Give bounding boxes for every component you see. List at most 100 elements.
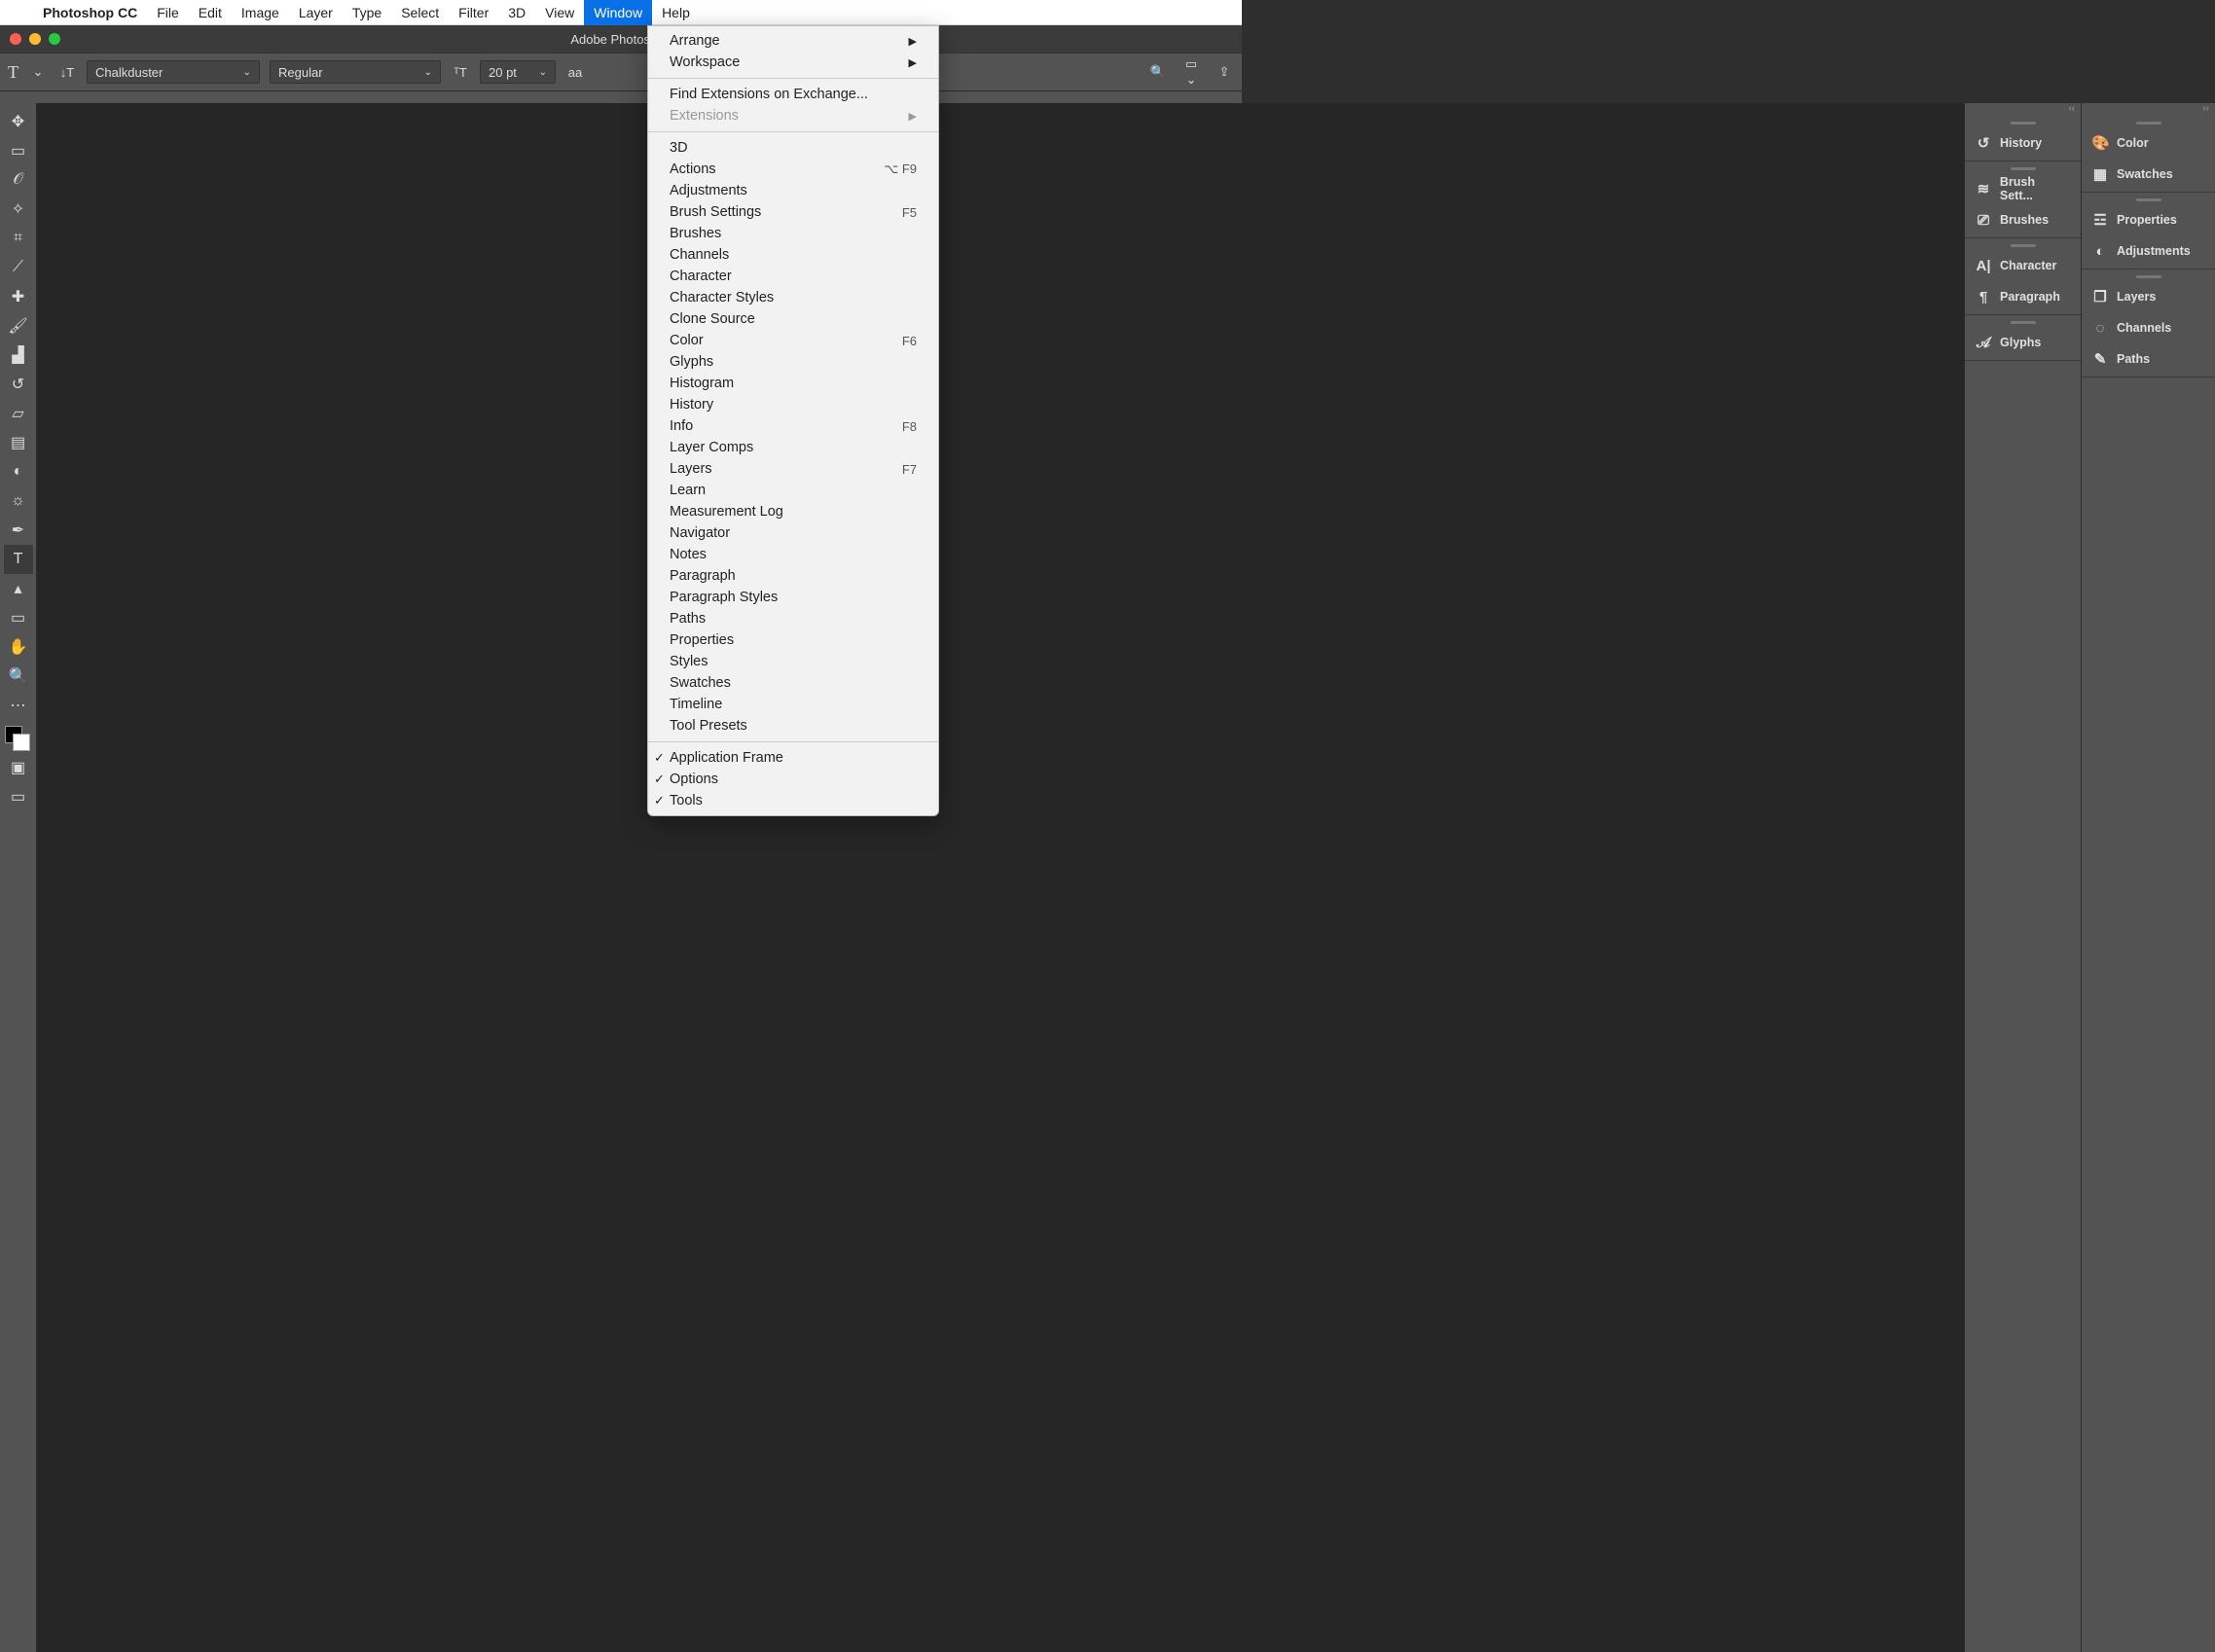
menuitem--d[interactable]: 3D [648,137,938,159]
tool-type[interactable]: T [4,545,33,574]
menuitem-styles[interactable]: Styles [648,651,938,672]
tool-zoom[interactable]: 🔍 [4,662,33,691]
panel-group-handle[interactable] [1965,240,2081,250]
menuitem-options[interactable]: ✓Options [648,769,938,790]
menuitem-tool-presets[interactable]: Tool Presets [648,715,938,736]
panel-color[interactable]: 🎨Color [2082,127,2215,159]
menuitem-notes[interactable]: Notes [648,544,938,565]
panel-history[interactable]: ↺History [1965,127,2081,159]
tool-dodge[interactable]: ☼ [4,486,33,516]
menu-File[interactable]: File [147,0,189,25]
tool-move[interactable]: ✥ [4,107,33,136]
panel-group-handle[interactable] [1965,317,2081,327]
menuitem-channels[interactable]: Channels [648,244,938,266]
app-menu[interactable]: Photoshop CC [33,0,147,25]
font-style-select[interactable]: Regular⌄ [270,60,441,84]
tool-healing[interactable]: ✚ [4,282,33,311]
menuitem-navigator[interactable]: Navigator [648,522,938,544]
menuitem-layer-comps[interactable]: Layer Comps [648,437,938,458]
menuitem-clone-source[interactable]: Clone Source [648,308,938,330]
minimize-window-button[interactable] [29,33,41,45]
panel-group-handle[interactable] [2082,195,2215,204]
menuitem-brushes[interactable]: Brushes [648,223,938,244]
panel-paragraph[interactable]: ¶Paragraph [1965,281,2081,312]
tool-more[interactable]: ⋯ [4,691,33,720]
chevron-down-icon[interactable]: ⌄ [28,64,48,80]
menuitem-find-extensions-on-exchange-[interactable]: Find Extensions on Exchange... [648,84,938,105]
tool-history-brush[interactable]: ↺ [4,370,33,399]
menuitem-paths[interactable]: Paths [648,608,938,629]
menuitem-tools[interactable]: ✓Tools [648,790,938,811]
menuitem-workspace[interactable]: Workspace▶ [648,52,938,73]
menuitem-timeline[interactable]: Timeline [648,694,938,715]
tool-rectangle[interactable]: ▭ [4,603,33,632]
panel-layers[interactable]: ❒Layers [2082,281,2215,312]
share-icon[interactable]: ⇪ [1215,64,1234,80]
tool-crop[interactable]: ⌗ [4,224,33,253]
menuitem-adjustments[interactable]: Adjustments [648,180,938,201]
tool-magic-wand[interactable]: ✧ [4,195,33,224]
menu-Image[interactable]: Image [232,0,289,25]
tool-hand[interactable]: ✋ [4,632,33,662]
panel-swatches[interactable]: ▦Swatches [2082,159,2215,190]
tool-gradient[interactable]: ▤ [4,428,33,457]
menuitem-history[interactable]: History [648,394,938,415]
panel-properties[interactable]: ☲Properties [2082,204,2215,235]
menuitem-info[interactable]: InfoF8 [648,415,938,437]
viewmode-icon[interactable]: ▭ ⌄ [1181,56,1201,88]
panel-brush-sett-[interactable]: ≋Brush Sett... [1965,173,2081,204]
tool-brush[interactable]: 🖌 [4,311,33,341]
menu-Edit[interactable]: Edit [189,0,232,25]
tool-stamp[interactable]: ▟ [4,341,33,370]
menu-Type[interactable]: Type [343,0,391,25]
font-family-select[interactable]: Chalkduster⌄ [87,60,260,84]
menuitem-actions[interactable]: Actions⌥ F9 [648,159,938,180]
menu-Help[interactable]: Help [652,0,700,25]
menuitem-measurement-log[interactable]: Measurement Log [648,501,938,522]
panel-brushes[interactable]: ⎚Brushes [1965,204,2081,235]
panel-group-handle[interactable] [2082,271,2215,281]
panel-paths[interactable]: ✎Paths [2082,343,2215,375]
menuitem-properties[interactable]: Properties [648,629,938,651]
menuitem-swatches[interactable]: Swatches [648,672,938,694]
panel-character[interactable]: A|Character [1965,250,2081,281]
menuitem-character[interactable]: Character [648,266,938,287]
menuitem-color[interactable]: ColorF6 [648,330,938,351]
menu-Layer[interactable]: Layer [289,0,343,25]
screen-mode-icon[interactable]: ▭ [4,782,33,811]
collapse-dock-icon[interactable]: ‹‹ [1965,103,2081,116]
menu-Filter[interactable]: Filter [449,0,498,25]
menuitem-arrange[interactable]: Arrange▶ [648,30,938,52]
canvas-area[interactable] [37,103,1964,1652]
text-orientation-icon[interactable]: ↓T [57,65,77,80]
tool-eraser[interactable]: ▱ [4,399,33,428]
tool-pen[interactable]: ✒ [4,516,33,545]
tool-marquee[interactable]: ▭ [4,136,33,165]
panel-group-handle[interactable] [1965,118,2081,127]
antialias-icon[interactable]: aa [565,65,585,80]
menu-View[interactable]: View [535,0,584,25]
panel-channels[interactable]: ◌Channels [2082,312,2215,343]
tool-lasso[interactable]: 𝒪 [4,165,33,195]
font-size-select[interactable]: 20 pt⌄ [480,60,556,84]
menuitem-histogram[interactable]: Histogram [648,373,938,394]
collapse-dock-icon[interactable]: ‹‹ [2082,103,2215,116]
menuitem-glyphs[interactable]: Glyphs [648,351,938,373]
tool-path-select[interactable]: ▴ [4,574,33,603]
color-swatches[interactable] [5,726,32,753]
tool-preset-icon[interactable]: T [8,62,18,83]
menuitem-application-frame[interactable]: ✓Application Frame [648,747,938,769]
tool-eyedropper[interactable]: ⟋ [4,253,33,282]
menuitem-paragraph-styles[interactable]: Paragraph Styles [648,587,938,608]
menuitem-character-styles[interactable]: Character Styles [648,287,938,308]
panel-adjustments[interactable]: ◐Adjustments [2082,235,2215,267]
menu-Window[interactable]: Window [584,0,652,25]
panel-group-handle[interactable] [2082,118,2215,127]
panel-group-handle[interactable] [1965,163,2081,173]
menuitem-learn[interactable]: Learn [648,480,938,501]
menu-3D[interactable]: 3D [498,0,535,25]
menuitem-paragraph[interactable]: Paragraph [648,565,938,587]
menuitem-brush-settings[interactable]: Brush SettingsF5 [648,201,938,223]
menu-Select[interactable]: Select [391,0,449,25]
search-icon[interactable]: 🔍 [1148,64,1168,80]
